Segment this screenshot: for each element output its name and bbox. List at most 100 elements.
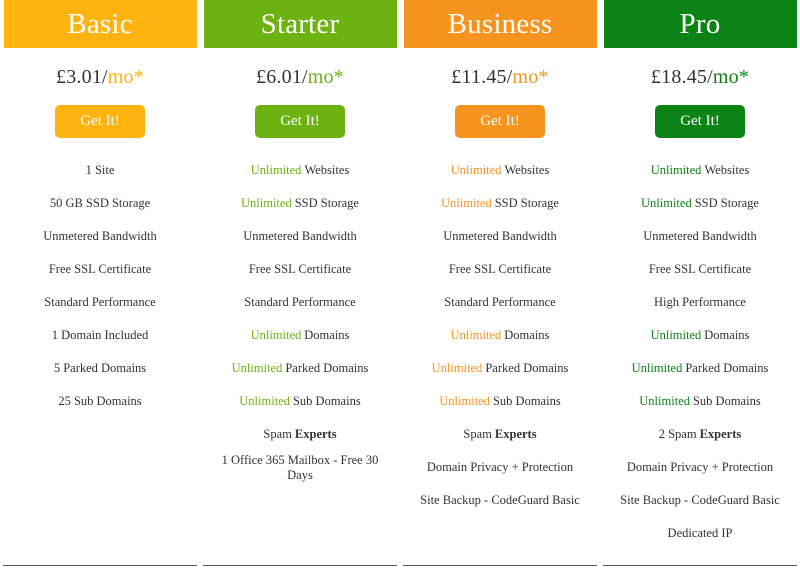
feature-label: Domain Privacy + Protection	[426, 460, 574, 474]
price-amount: £18.45/	[650, 66, 713, 88]
feature-item: Unmetered Bandwidth	[0, 220, 200, 253]
feature-item: Standard Performance	[400, 286, 600, 319]
feature-item: 5 Parked Domains	[0, 352, 200, 385]
feature-item: Spam Experts	[400, 418, 600, 451]
feature-label: SSD Storage	[494, 196, 559, 210]
feature-label: Websites	[304, 163, 350, 177]
feature-highlight: Unlimited	[450, 163, 502, 177]
feature-item: Unlimited Domains	[200, 319, 400, 352]
plan-column-basic: Basic £3.01/mo* Get It! 1 Site 50 GB SSD Sto…	[0, 0, 200, 574]
feature-item: Unlimited Parked Domains	[400, 352, 600, 385]
feature-highlight: Unlimited	[641, 196, 692, 210]
feature-item: Unlimited Sub Domains	[600, 385, 800, 418]
feature-list: Unlimited Websites Unlimited SSD Storage Unm…	[600, 154, 800, 550]
feature-item: Dedicated IP	[600, 517, 800, 550]
feature-label: Free SSL Certificate	[648, 262, 752, 276]
feature-highlight: Unlimited	[639, 394, 690, 408]
feature-item: 50 GB SSD Storage	[0, 187, 200, 220]
feature-highlight: Unlimited	[450, 328, 502, 342]
feature-highlight: Unlimited	[239, 394, 290, 408]
feature-label: Unmetered Bandwidth	[43, 229, 157, 243]
feature-item: Unlimited SSD Storage	[600, 187, 800, 220]
feature-item: Unlimited Domains	[400, 319, 600, 352]
feature-highlight: Unlimited	[231, 361, 283, 375]
feature-item: Standard Performance	[0, 286, 200, 319]
feature-item: Free SSL Certificate	[200, 253, 400, 286]
feature-highlight: Unlimited	[439, 394, 490, 408]
feature-label: 1 Office 365 Mailbox - Free 30 Days	[221, 452, 379, 482]
feature-label: High Performance	[654, 295, 746, 309]
feature-item: Unmetered Bandwidth	[200, 220, 400, 253]
plan-column-starter: Starter £6.01/mo* Get It! Unlimited Websites…	[200, 0, 400, 574]
feature-label: SSD Storage	[294, 196, 359, 210]
plan-title-business: Business	[403, 0, 597, 48]
feature-item: Domain Privacy + Protection	[600, 451, 800, 484]
price-period: mo*	[107, 66, 144, 88]
feature-item: Unlimited Websites	[400, 154, 600, 187]
feature-highlight: Unlimited	[241, 196, 292, 210]
feature-item: Free SSL Certificate	[600, 253, 800, 286]
feature-label: Websites	[704, 163, 750, 177]
feature-item: Spam Experts	[200, 418, 400, 451]
feature-highlight: Unlimited	[650, 163, 702, 177]
feature-label: Free SSL Certificate	[448, 262, 552, 276]
feature-item: Free SSL Certificate	[0, 253, 200, 286]
plan-title-starter: Starter	[203, 0, 397, 48]
feature-item: Unlimited Websites	[200, 154, 400, 187]
feature-item: Unlimited SSD Storage	[200, 187, 400, 220]
feature-item: 1 Office 365 Mailbox - Free 30 Days	[200, 451, 400, 484]
feature-highlight: Unlimited	[441, 196, 492, 210]
feature-highlight: Unlimited	[431, 361, 483, 375]
feature-label: Domains	[704, 328, 750, 342]
feature-label: 5 Parked Domains	[53, 361, 147, 375]
feature-emphasis: Experts	[699, 427, 742, 441]
feature-item: Unlimited Sub Domains	[400, 385, 600, 418]
feature-highlight: Unlimited	[250, 163, 302, 177]
feature-label: Parked Domains	[685, 361, 769, 375]
feature-label: Sub Domains	[492, 394, 561, 408]
feature-item: High Performance	[600, 286, 800, 319]
feature-item: Unlimited Parked Domains	[600, 352, 800, 385]
feature-emphasis: Experts	[294, 427, 337, 441]
plan-column-business: Business £11.45/mo* Get It! Unlimited Websit…	[400, 0, 600, 574]
feature-label: Unmetered Bandwidth	[443, 229, 557, 243]
feature-list: Unlimited Websites Unlimited SSD Storage Unm…	[200, 154, 400, 550]
pricing-table: Basic £3.01/mo* Get It! 1 Site 50 GB SSD Sto…	[0, 0, 800, 574]
feature-highlight: Unlimited	[650, 328, 702, 342]
feature-label: Domains	[504, 328, 550, 342]
feature-label: 50 GB SSD Storage	[49, 196, 151, 210]
price-period: mo*	[307, 66, 344, 88]
feature-item: Free SSL Certificate	[400, 253, 600, 286]
plan-price-basic: £3.01/mo*	[56, 66, 144, 89]
plan-title-pro: Pro	[603, 0, 797, 48]
feature-list: 1 Site 50 GB SSD Storage Unmetered Bandwid…	[0, 154, 200, 550]
feature-item: 2 Spam Experts	[600, 418, 800, 451]
feature-label: Parked Domains	[485, 361, 569, 375]
plan-column-pro: Pro £18.45/mo* Get It! Unlimited Websites Unl…	[600, 0, 800, 574]
plan-price-pro: £18.45/mo*	[651, 66, 749, 89]
feature-label: Spam	[263, 427, 292, 441]
price-amount: £11.45/	[451, 66, 513, 88]
feature-item: Unmetered Bandwidth	[600, 220, 800, 253]
feature-label: Standard Performance	[44, 295, 156, 309]
feature-emphasis: Experts	[494, 427, 537, 441]
feature-label: Spam	[463, 427, 492, 441]
feature-item: Unlimited Parked Domains	[200, 352, 400, 385]
feature-label: Site Backup - CodeGuard Basic	[420, 493, 580, 507]
get-it-button-basic[interactable]: Get It!	[55, 105, 145, 138]
price-period: mo*	[512, 66, 549, 88]
feature-highlight: Unlimited	[631, 361, 683, 375]
feature-label: 2 Spam	[658, 427, 697, 441]
plan-title-basic: Basic	[3, 0, 197, 48]
get-it-button-business[interactable]: Get It!	[455, 105, 545, 138]
feature-item: Unmetered Bandwidth	[400, 220, 600, 253]
feature-label: Standard Performance	[444, 295, 556, 309]
feature-label: Standard Performance	[244, 295, 356, 309]
get-it-button-pro[interactable]: Get It!	[655, 105, 745, 138]
price-amount: £6.01/	[256, 66, 308, 88]
feature-item: 1 Site	[0, 154, 200, 187]
feature-label: Free SSL Certificate	[48, 262, 152, 276]
feature-item: Unlimited Sub Domains	[200, 385, 400, 418]
get-it-button-starter[interactable]: Get It!	[255, 105, 345, 138]
feature-item: Domain Privacy + Protection	[400, 451, 600, 484]
